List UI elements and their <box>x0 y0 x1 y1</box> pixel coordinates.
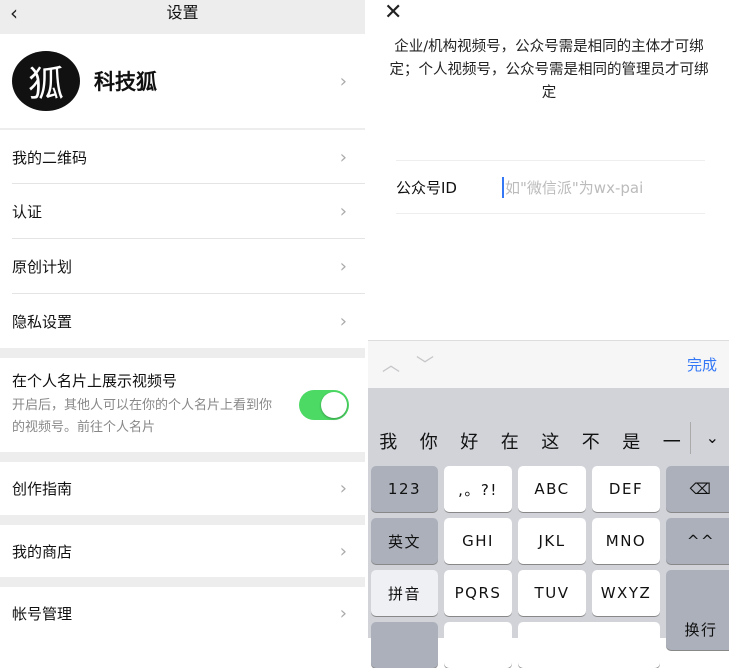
candidate[interactable]: 我 <box>368 428 409 454</box>
key-123[interactable]: 123 <box>371 466 438 512</box>
account-id-field[interactable]: 公众号ID 如"微信派"为wx-pai <box>396 160 705 214</box>
chevron-right-icon: › <box>339 70 347 92</box>
item-label: 创作指南 <box>12 480 73 498</box>
bind-panel: ✕ 企业/机构视频号，公众号需是相同的主体才可绑定；个人视频号，公众号需是相同的… <box>368 0 729 668</box>
key-ghi[interactable]: GHI <box>444 518 512 564</box>
backspace-icon[interactable]: ⌫ <box>666 466 729 512</box>
item-label: 我的商店 <box>12 542 73 561</box>
key-space-left[interactable] <box>444 622 512 668</box>
chevron-right-icon: › <box>339 478 347 499</box>
profile-name: 科技狐 <box>94 70 157 94</box>
field-label: 公众号ID <box>396 178 457 197</box>
candidate[interactable]: 在 <box>490 428 531 454</box>
chevron-up-icon[interactable]: ︿ <box>382 351 400 377</box>
avatar: 狐 <box>12 51 80 111</box>
key-pqrs[interactable]: PQRS <box>444 570 512 616</box>
settings-panel: ‹ 设置 狐 科技狐 › 我的二维码 › 认证 › 原创计划 › 隐私设置 › 在个人名… <box>0 0 365 638</box>
candidate[interactable]: 这 <box>530 428 571 454</box>
key-english[interactable]: 英文 <box>371 518 438 564</box>
chevron-right-icon: › <box>339 603 347 624</box>
key-abc[interactable]: ABC <box>518 466 586 512</box>
toggle-title: 在个人名片上展示视频号 <box>12 372 178 390</box>
candidate[interactable]: 你 <box>409 428 450 454</box>
candidate[interactable]: 是 <box>611 428 652 454</box>
item-label: 认证 <box>12 203 43 221</box>
key-return[interactable]: 换行 <box>666 570 729 650</box>
chevron-right-icon: › <box>339 310 347 332</box>
item-shop[interactable]: 我的商店 › <box>0 525 365 577</box>
expand-candidates-icon[interactable]: ⌄ <box>706 428 719 447</box>
nav-bar: ‹ 设置 <box>0 0 365 34</box>
keyboard-toolbar: ︿ ﹀ 完成 <box>368 340 729 388</box>
candidate[interactable]: 不 <box>571 428 612 454</box>
item-privacy[interactable]: 隐私设置 › <box>0 294 365 348</box>
item-guide[interactable]: 创作指南 › <box>0 462 365 515</box>
done-button[interactable]: 完成 <box>687 354 717 375</box>
chevron-right-icon: › <box>339 256 347 277</box>
candidate[interactable]: 好 <box>449 428 490 454</box>
keyboard: 我 你 好 在 这 不 是 一 ⌄ 123 ,。?! ABC DEF ⌫ 英文 … <box>368 388 729 668</box>
card-toggle-row: 在个人名片上展示视频号 开启后，其他人可以在你的个人名片上看到你的视频号。前往个… <box>0 358 365 452</box>
show-on-card-toggle[interactable] <box>299 390 349 420</box>
key-punct[interactable]: ,。?! <box>444 466 512 512</box>
item-label: 帐号管理 <box>12 605 73 623</box>
candidate-bar: 我 你 好 在 这 不 是 一 ⌄ <box>368 416 729 466</box>
chevron-right-icon: › <box>339 540 347 562</box>
bind-hint: 企业/机构视频号，公众号需是相同的主体才可绑定；个人视频号，公众号需是相同的管理… <box>389 39 709 101</box>
key-def[interactable]: DEF <box>592 466 660 512</box>
key-emoticon[interactable]: ^^ <box>666 518 729 564</box>
candidate[interactable]: 一 <box>652 428 693 454</box>
close-icon[interactable]: ✕ <box>384 0 402 25</box>
key-jkl[interactable]: JKL <box>518 518 586 564</box>
chevron-right-icon: › <box>339 201 347 222</box>
item-original[interactable]: 原创计划 › <box>0 239 365 294</box>
key-mno[interactable]: MNO <box>592 518 660 564</box>
item-account[interactable]: 帐号管理 › <box>0 587 365 638</box>
key-space[interactable] <box>518 622 660 668</box>
key-globe[interactable] <box>371 622 438 668</box>
chevron-down-icon[interactable]: ﹀ <box>416 351 434 377</box>
toggle-desc: 开启后，其他人可以在你的个人名片上看到你的视频号。前往个人名片 <box>12 398 273 435</box>
key-tuv[interactable]: TUV <box>518 570 586 616</box>
item-label: 我的二维码 <box>12 148 88 167</box>
back-icon[interactable]: ‹ <box>10 0 18 26</box>
profile-row[interactable]: 狐 科技狐 › <box>0 34 365 128</box>
item-label: 隐私设置 <box>12 312 73 331</box>
item-qrcode[interactable]: 我的二维码 › <box>0 130 365 184</box>
item-label: 原创计划 <box>12 258 73 276</box>
key-wxyz[interactable]: WXYZ <box>592 570 660 616</box>
account-id-input[interactable]: 如"微信派"为wx-pai <box>502 176 643 198</box>
key-pinyin[interactable]: 拼音 <box>371 570 438 616</box>
page-title: 设置 <box>166 3 199 22</box>
item-verify[interactable]: 认证 › <box>0 184 365 239</box>
chevron-right-icon: › <box>339 146 347 168</box>
